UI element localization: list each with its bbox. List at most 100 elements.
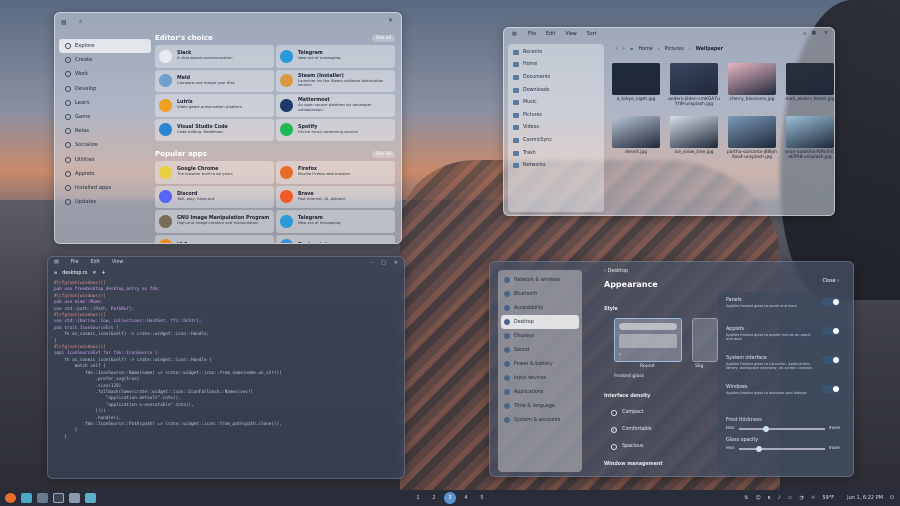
- sidebar-item-cosmicsync[interactable]: CosmicSync: [508, 134, 604, 147]
- menu-file[interactable]: File: [528, 32, 536, 37]
- settings-nav-power-battery[interactable]: Power & battery: [498, 357, 582, 371]
- settings-nav-system-accounts[interactable]: System & accounts: [498, 413, 582, 427]
- workspace-3[interactable]: 3: [444, 492, 456, 504]
- slider-thumb[interactable]: [755, 445, 762, 452]
- notifications-icon[interactable]: ◔: [800, 495, 804, 501]
- app-card-firefox[interactable]: Firefox Mozilla Firefox web browser: [276, 161, 395, 184]
- sidebar-item-applets[interactable]: Applets: [59, 167, 151, 181]
- sidebar-item-game[interactable]: Game: [59, 110, 151, 124]
- app-card-meld[interactable]: Meld Compare and merge your files: [155, 69, 274, 92]
- workspace-5[interactable]: 5: [476, 492, 488, 504]
- back-icon[interactable]: ‹: [616, 47, 618, 52]
- store-icon[interactable]: [21, 493, 32, 503]
- app-card-mattermost[interactable]: Mattermost An open source platform for de…: [276, 94, 395, 117]
- clock[interactable]: Jun 1, 6:22 PM: [847, 495, 883, 501]
- sound-icon[interactable]: ♪: [778, 495, 781, 501]
- sidebar-item-learn[interactable]: Learn: [59, 96, 151, 110]
- file-item[interactable]: anders-jilden-cmKGA7uYrW-unsplash.jpg: [668, 63, 720, 108]
- density-option-comfortable[interactable]: Comfortable: [611, 421, 652, 438]
- sidebar-item-videos[interactable]: Videos: [508, 122, 604, 135]
- files-icon[interactable]: [37, 493, 48, 503]
- sidebar-item-explore[interactable]: Explore: [59, 39, 151, 54]
- settings-nav-applications[interactable]: Applications: [498, 385, 582, 399]
- see-all-button[interactable]: See all: [371, 34, 395, 42]
- menu-view[interactable]: View: [112, 260, 123, 265]
- close-button[interactable]: Close ›: [822, 279, 839, 284]
- close-icon[interactable]: ✕: [394, 260, 398, 266]
- settings-nav-bluetooth[interactable]: Bluetooth: [498, 287, 582, 301]
- file-item[interactable]: dark_winter_forest.jpg: [784, 63, 834, 108]
- search-icon[interactable]: ⌕: [803, 31, 806, 37]
- menu-edit[interactable]: Edit: [91, 260, 100, 265]
- density-option-spacious[interactable]: Spacious: [611, 438, 652, 455]
- close-tab-icon[interactable]: ✕: [92, 271, 96, 276]
- style-slight-card[interactable]: [692, 318, 718, 362]
- settings-nav-network-wireless[interactable]: Network & wireless: [498, 273, 582, 287]
- see-all-button[interactable]: See all: [371, 150, 395, 158]
- file-item[interactable]: sean-oulashin-KMn4VEeEPR8-unsplash.jpg: [784, 115, 834, 161]
- style-round-card[interactable]: ✓: [614, 318, 682, 362]
- file-item[interactable]: partha-samanta-j8l8yh9xo4-unsplash.jpg: [726, 115, 778, 161]
- battery-icon[interactable]: ▭: [788, 495, 793, 501]
- app-card-telegram[interactable]: Telegram New era of messaging: [276, 210, 395, 233]
- app-card-vlc[interactable]: VLC: [155, 234, 274, 243]
- toggle-switch[interactable]: [822, 327, 840, 335]
- code-area[interactable]: #[cfg(not(windows))] pub use freedesktop_…: [54, 281, 282, 441]
- sidebar-item-downloads[interactable]: Downloads: [508, 84, 604, 97]
- settings-nav-input-devices[interactable]: Input devices: [498, 371, 582, 385]
- editor-icon[interactable]: [69, 493, 80, 503]
- app-card-gnu-image-manipulation-program[interactable]: GNU Image Manipulation Program High-end i…: [155, 210, 274, 233]
- sidebar-toggle-icon[interactable]: ▤: [54, 260, 59, 265]
- workspace-4[interactable]: 4: [460, 492, 472, 504]
- bluetooth-icon[interactable]: ʙ: [768, 495, 771, 501]
- slider-thumb[interactable]: [762, 425, 769, 432]
- file-item[interactable]: ice_snow_tree.jpg: [668, 115, 720, 161]
- app-card-dockerstate[interactable]: Dockerstate: [276, 234, 395, 243]
- sidebar-item-work[interactable]: Work: [59, 67, 151, 81]
- menu-sort[interactable]: Sort: [587, 32, 597, 37]
- menu-edit[interactable]: Edit: [546, 32, 555, 37]
- minimize-icon[interactable]: –: [371, 260, 374, 266]
- new-tab-icon[interactable]: +: [101, 271, 105, 276]
- file-item[interactable]: cherry_blossoms.jpg: [726, 63, 778, 108]
- forward-icon[interactable]: ›: [623, 47, 625, 52]
- settings-nav-sound[interactable]: Sound: [498, 343, 582, 357]
- frost-thickness-slider[interactable]: [738, 425, 825, 432]
- close-icon[interactable]: ✕: [824, 31, 828, 36]
- sidebar-toggle-icon[interactable]: ▤: [61, 19, 67, 26]
- sidebar-toggle-icon[interactable]: ▤: [512, 32, 517, 37]
- menu-file[interactable]: File: [71, 260, 79, 265]
- back-button[interactable]: ‹ Desktop: [604, 268, 628, 274]
- density-option-compact[interactable]: Compact: [611, 404, 652, 421]
- radio-button[interactable]: [611, 409, 617, 416]
- glass-opacity-slider[interactable]: [738, 445, 825, 452]
- app-card-telegram[interactable]: Telegram New era of messaging: [276, 45, 395, 68]
- sidebar-item-pictures[interactable]: Pictures: [508, 109, 604, 122]
- file-item[interactable]: a_tokyo_night.jpg: [610, 63, 662, 108]
- sidebar-item-create[interactable]: Create: [59, 53, 151, 67]
- radio-button[interactable]: [611, 426, 617, 433]
- breadcrumb-wallpaper[interactable]: Wallpaper: [696, 47, 723, 52]
- app-card-visual-studio-code[interactable]: Visual Studio Code Code editing. Redefine…: [155, 118, 274, 141]
- workspace-2[interactable]: 2: [428, 492, 440, 504]
- sidebar-item-music[interactable]: Music: [508, 96, 604, 109]
- app-card-slack[interactable]: Slack A chat-based communication: [155, 45, 274, 68]
- maximize-icon[interactable]: □: [381, 260, 386, 266]
- app-card-lutris[interactable]: Lutris Video game preservation platform: [155, 94, 274, 117]
- breadcrumb-home[interactable]: Home: [639, 47, 653, 52]
- toggle-switch[interactable]: [822, 385, 840, 393]
- sidebar-item-networks[interactable]: Networks: [508, 159, 604, 172]
- settings-nav-displays[interactable]: Displays: [498, 329, 582, 343]
- app-card-brave[interactable]: Brave Fast Internet, AI, Adblock: [276, 185, 395, 208]
- settings-nav-time-language[interactable]: Time & language: [498, 399, 582, 413]
- sidebar-item-home[interactable]: Home: [508, 59, 604, 72]
- breadcrumb-pictures[interactable]: Pictures: [665, 47, 684, 52]
- terminal-icon[interactable]: [53, 493, 64, 503]
- sidebar-item-updates[interactable]: Updates: [59, 195, 151, 209]
- workspace-1[interactable]: 1: [412, 492, 424, 504]
- sidebar-item-recents[interactable]: Recents: [508, 46, 604, 59]
- sidebar-item-installed-apps[interactable]: Installed apps: [59, 181, 151, 195]
- power-icon[interactable]: ⏻: [890, 495, 894, 501]
- sidebar-item-develop[interactable]: Develop: [59, 82, 151, 96]
- sidebar-item-relax[interactable]: Relax: [59, 124, 151, 138]
